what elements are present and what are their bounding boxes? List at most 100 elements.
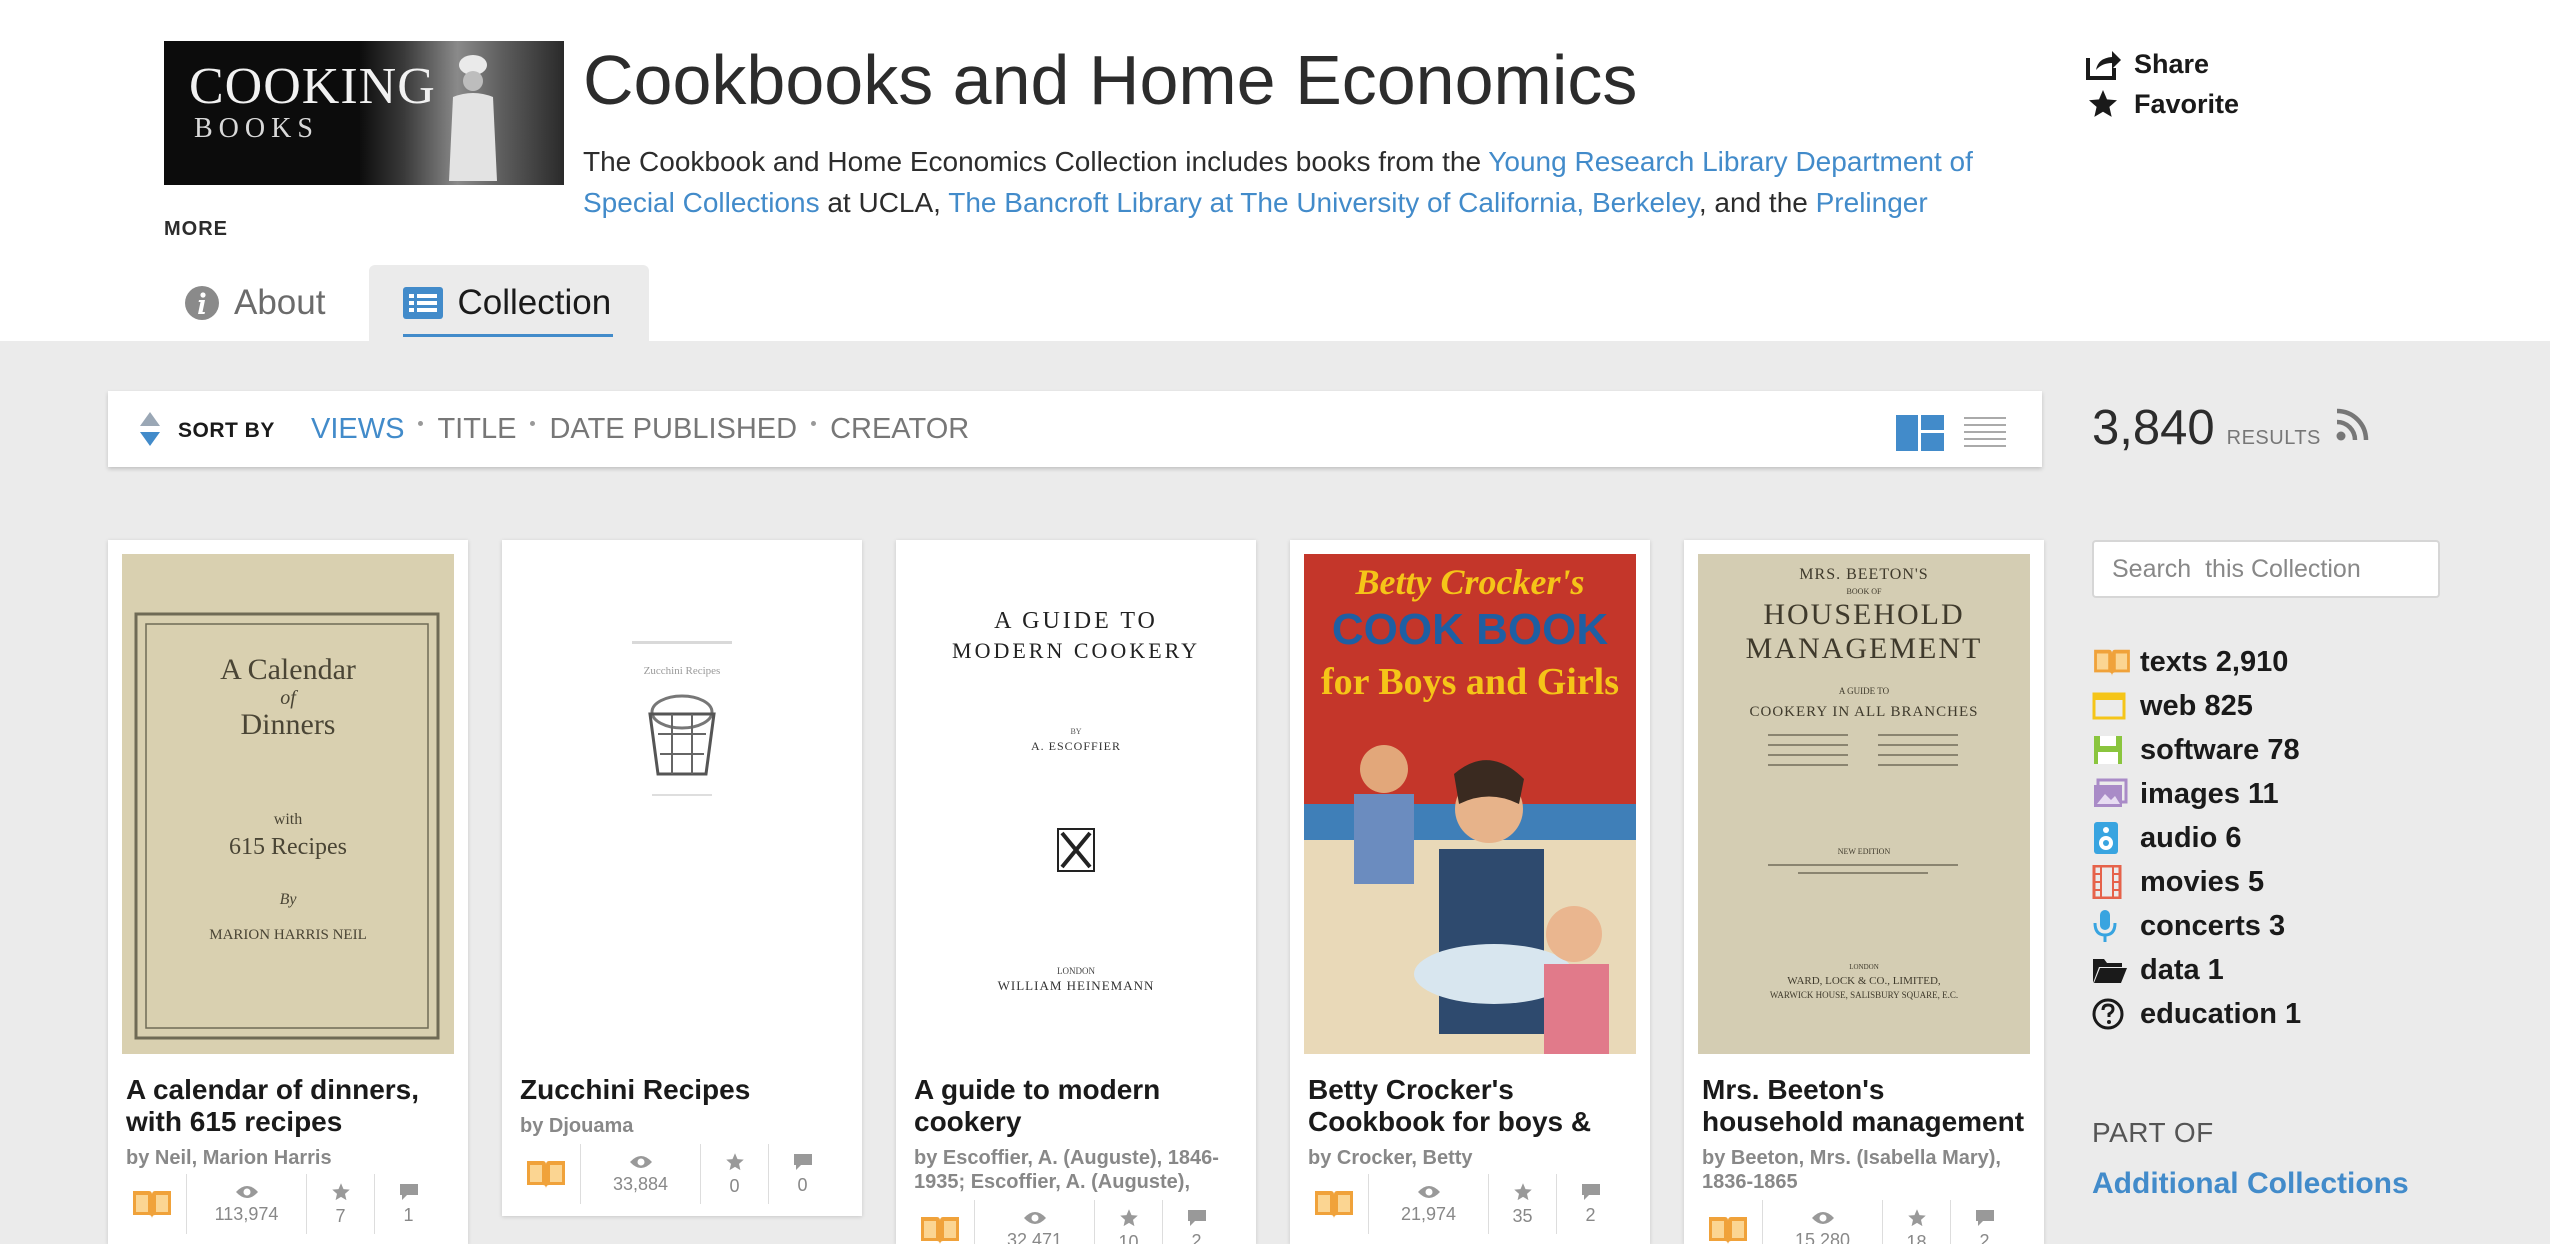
more-button[interactable]: MORE bbox=[164, 218, 228, 241]
tab-about-label: About bbox=[234, 283, 326, 322]
book-cover[interactable]: A GUIDE TO MODERN COOKERY BY A. ESCOFFIE… bbox=[910, 554, 1242, 1054]
item-stats: 33,884 0 0 bbox=[512, 1144, 852, 1204]
star-icon bbox=[2089, 90, 2117, 117]
cover-household-management: MRS. BEETON'S BOOK OF HOUSEHOLD MANAGEME… bbox=[1698, 554, 2030, 1054]
cover-line: MARION HARRIS NEIL bbox=[209, 927, 367, 943]
cover-line: of bbox=[280, 687, 298, 709]
reviews-count: 0 bbox=[797, 1174, 808, 1195]
item-title[interactable]: Mrs. Beeton's household management bbox=[1702, 1074, 2032, 1138]
logo-word-books: BOOKS bbox=[194, 113, 319, 144]
favorites-count: 7 bbox=[335, 1205, 346, 1226]
book-icon bbox=[527, 1161, 565, 1189]
item-title[interactable]: Zucchini Recipes bbox=[520, 1074, 850, 1106]
tile-view-icon[interactable] bbox=[1896, 415, 1944, 451]
item-card[interactable]: A Calendar of Dinners with 615 Recipes B… bbox=[108, 540, 468, 1244]
info-icon bbox=[185, 286, 219, 320]
item-title[interactable]: A calendar of dinners, with 615 recipes bbox=[126, 1074, 456, 1138]
reviews-stat: 2 bbox=[1162, 1200, 1230, 1244]
facet-label: web 825 bbox=[2140, 689, 2253, 722]
book-cover[interactable]: Zucchini Recipes bbox=[516, 554, 848, 1054]
facet-label: education 1 bbox=[2140, 997, 2302, 1030]
book-cover[interactable]: Betty Crocker's COOK BOOK for Boys and G… bbox=[1304, 554, 1636, 1054]
cover-line: MANAGEMENT bbox=[1746, 632, 1983, 665]
views-stat: 32,471 bbox=[974, 1200, 1094, 1244]
active-tab-underline bbox=[403, 334, 614, 337]
favorites-stat: 35 bbox=[1488, 1174, 1556, 1234]
facet-software[interactable]: software 78 bbox=[2092, 728, 2301, 772]
page-title: Cookbooks and Home Economics bbox=[583, 41, 1638, 119]
item-title[interactable]: Betty Crocker's Cookbook for boys & bbox=[1308, 1074, 1638, 1138]
link-bancroft-library[interactable]: The Bancroft Library at The University o… bbox=[948, 187, 1699, 218]
item-card[interactable]: MRS. BEETON'S BOOK OF HOUSEHOLD MANAGEME… bbox=[1684, 540, 2044, 1244]
mediatype-texts bbox=[118, 1174, 186, 1234]
facet-images[interactable]: images 11 bbox=[2092, 772, 2301, 816]
mediatype-texts bbox=[1300, 1174, 1368, 1234]
results-label: RESULTS bbox=[2226, 427, 2321, 449]
facet-label: software 78 bbox=[2140, 733, 2300, 766]
link-prelinger[interactable]: Prelinger bbox=[1816, 187, 1928, 218]
results-count: 3,840 RESULTS bbox=[2092, 400, 2321, 456]
favorite-button[interactable]: Favorite bbox=[2084, 84, 2239, 124]
reviews-stat: 0 bbox=[768, 1144, 836, 1204]
rss-icon[interactable] bbox=[2335, 408, 2369, 442]
share-button[interactable]: Share bbox=[2084, 44, 2239, 84]
facet-label: texts 2,910 bbox=[2140, 645, 2289, 678]
cover-line: LONDON bbox=[1057, 966, 1095, 976]
facet-education[interactable]: education 1 bbox=[2092, 992, 2301, 1036]
book-cover[interactable]: A Calendar of Dinners with 615 Recipes B… bbox=[122, 554, 454, 1054]
list-view-icon[interactable] bbox=[1964, 415, 2006, 449]
views-stat: 33,884 bbox=[580, 1144, 700, 1204]
mediatype-texts bbox=[512, 1144, 580, 1204]
cover-line: BY bbox=[1070, 727, 1081, 736]
facet-label: data 1 bbox=[2140, 953, 2224, 986]
facet-movies[interactable]: movies 5 bbox=[2092, 860, 2301, 904]
data-icon bbox=[2092, 952, 2132, 988]
sort-option-title[interactable]: TITLE bbox=[429, 413, 524, 446]
facet-web[interactable]: web 825 bbox=[2092, 684, 2301, 728]
sort-separator bbox=[811, 421, 817, 426]
sort-option-date-published[interactable]: DATE PUBLISHED bbox=[541, 413, 805, 446]
sort-option-creator[interactable]: CREATOR bbox=[822, 413, 977, 446]
item-title[interactable]: A guide to modern cookery bbox=[914, 1074, 1244, 1138]
book-icon bbox=[1709, 1217, 1747, 1244]
additional-collections-link[interactable]: Additional Collections bbox=[2092, 1167, 2409, 1201]
cover-guide-to-modern-cookery: A GUIDE TO MODERN COOKERY BY A. ESCOFFIE… bbox=[910, 554, 1242, 1054]
cover-line: NEW EDITION bbox=[1838, 847, 1891, 856]
facet-concerts[interactable]: concerts 3 bbox=[2092, 904, 2301, 948]
item-card[interactable]: A GUIDE TO MODERN COOKERY BY A. ESCOFFIE… bbox=[896, 540, 1256, 1244]
favorites-count: 18 bbox=[1906, 1231, 1927, 1244]
cover-line: A GUIDE TO bbox=[994, 608, 1158, 634]
sort-bar: SORT BY VIEWS TITLE DATE PUBLISHED CREAT… bbox=[108, 391, 2042, 467]
concerts-icon bbox=[2092, 908, 2132, 944]
comment-icon bbox=[1975, 1209, 1994, 1226]
item-author: by Escoffier, A. (Auguste), 1846-1935; E… bbox=[914, 1147, 1219, 1193]
desc-text-3: , and the bbox=[1698, 187, 1816, 218]
item-card[interactable]: Zucchini Recipes Zucchini Recipes by Djo… bbox=[502, 540, 862, 1216]
tab-collection[interactable]: Collection bbox=[369, 265, 650, 341]
images-icon bbox=[2092, 776, 2132, 812]
star-icon bbox=[1513, 1182, 1532, 1200]
logo-word-cooking: COOKING bbox=[189, 58, 436, 115]
item-stats: 32,471 10 2 bbox=[906, 1200, 1246, 1244]
facet-data[interactable]: data 1 bbox=[2092, 948, 2301, 992]
sort-option-views[interactable]: VIEWS bbox=[303, 413, 412, 446]
facet-texts[interactable]: texts 2,910 bbox=[2092, 640, 2301, 684]
mediatype-texts bbox=[1694, 1200, 1762, 1244]
views-count: 15,280 bbox=[1794, 1229, 1851, 1244]
cover-line: Zucchini Recipes bbox=[644, 665, 721, 677]
software-icon bbox=[2092, 732, 2132, 768]
sort-arrows-icon[interactable] bbox=[138, 410, 162, 448]
tab-about[interactable]: About bbox=[164, 265, 345, 341]
comment-icon bbox=[1581, 1183, 1600, 1200]
cover-zucchini-recipes: Zucchini Recipes bbox=[516, 554, 848, 1054]
reviews-stat: 1 bbox=[374, 1174, 442, 1234]
facet-audio[interactable]: audio 6 bbox=[2092, 816, 2301, 860]
item-card[interactable]: Betty Crocker's COOK BOOK for Boys and G… bbox=[1290, 540, 1650, 1244]
book-cover[interactable]: MRS. BEETON'S BOOK OF HOUSEHOLD MANAGEME… bbox=[1698, 554, 2030, 1054]
cover-line: A Calendar bbox=[220, 653, 356, 686]
star-icon bbox=[1119, 1208, 1138, 1226]
search-collection-input[interactable] bbox=[2092, 540, 2440, 598]
mediatype-texts bbox=[906, 1200, 974, 1244]
cover-line: BOOK OF bbox=[1847, 587, 1882, 596]
item-stats: 113,974 7 1 bbox=[118, 1174, 458, 1234]
